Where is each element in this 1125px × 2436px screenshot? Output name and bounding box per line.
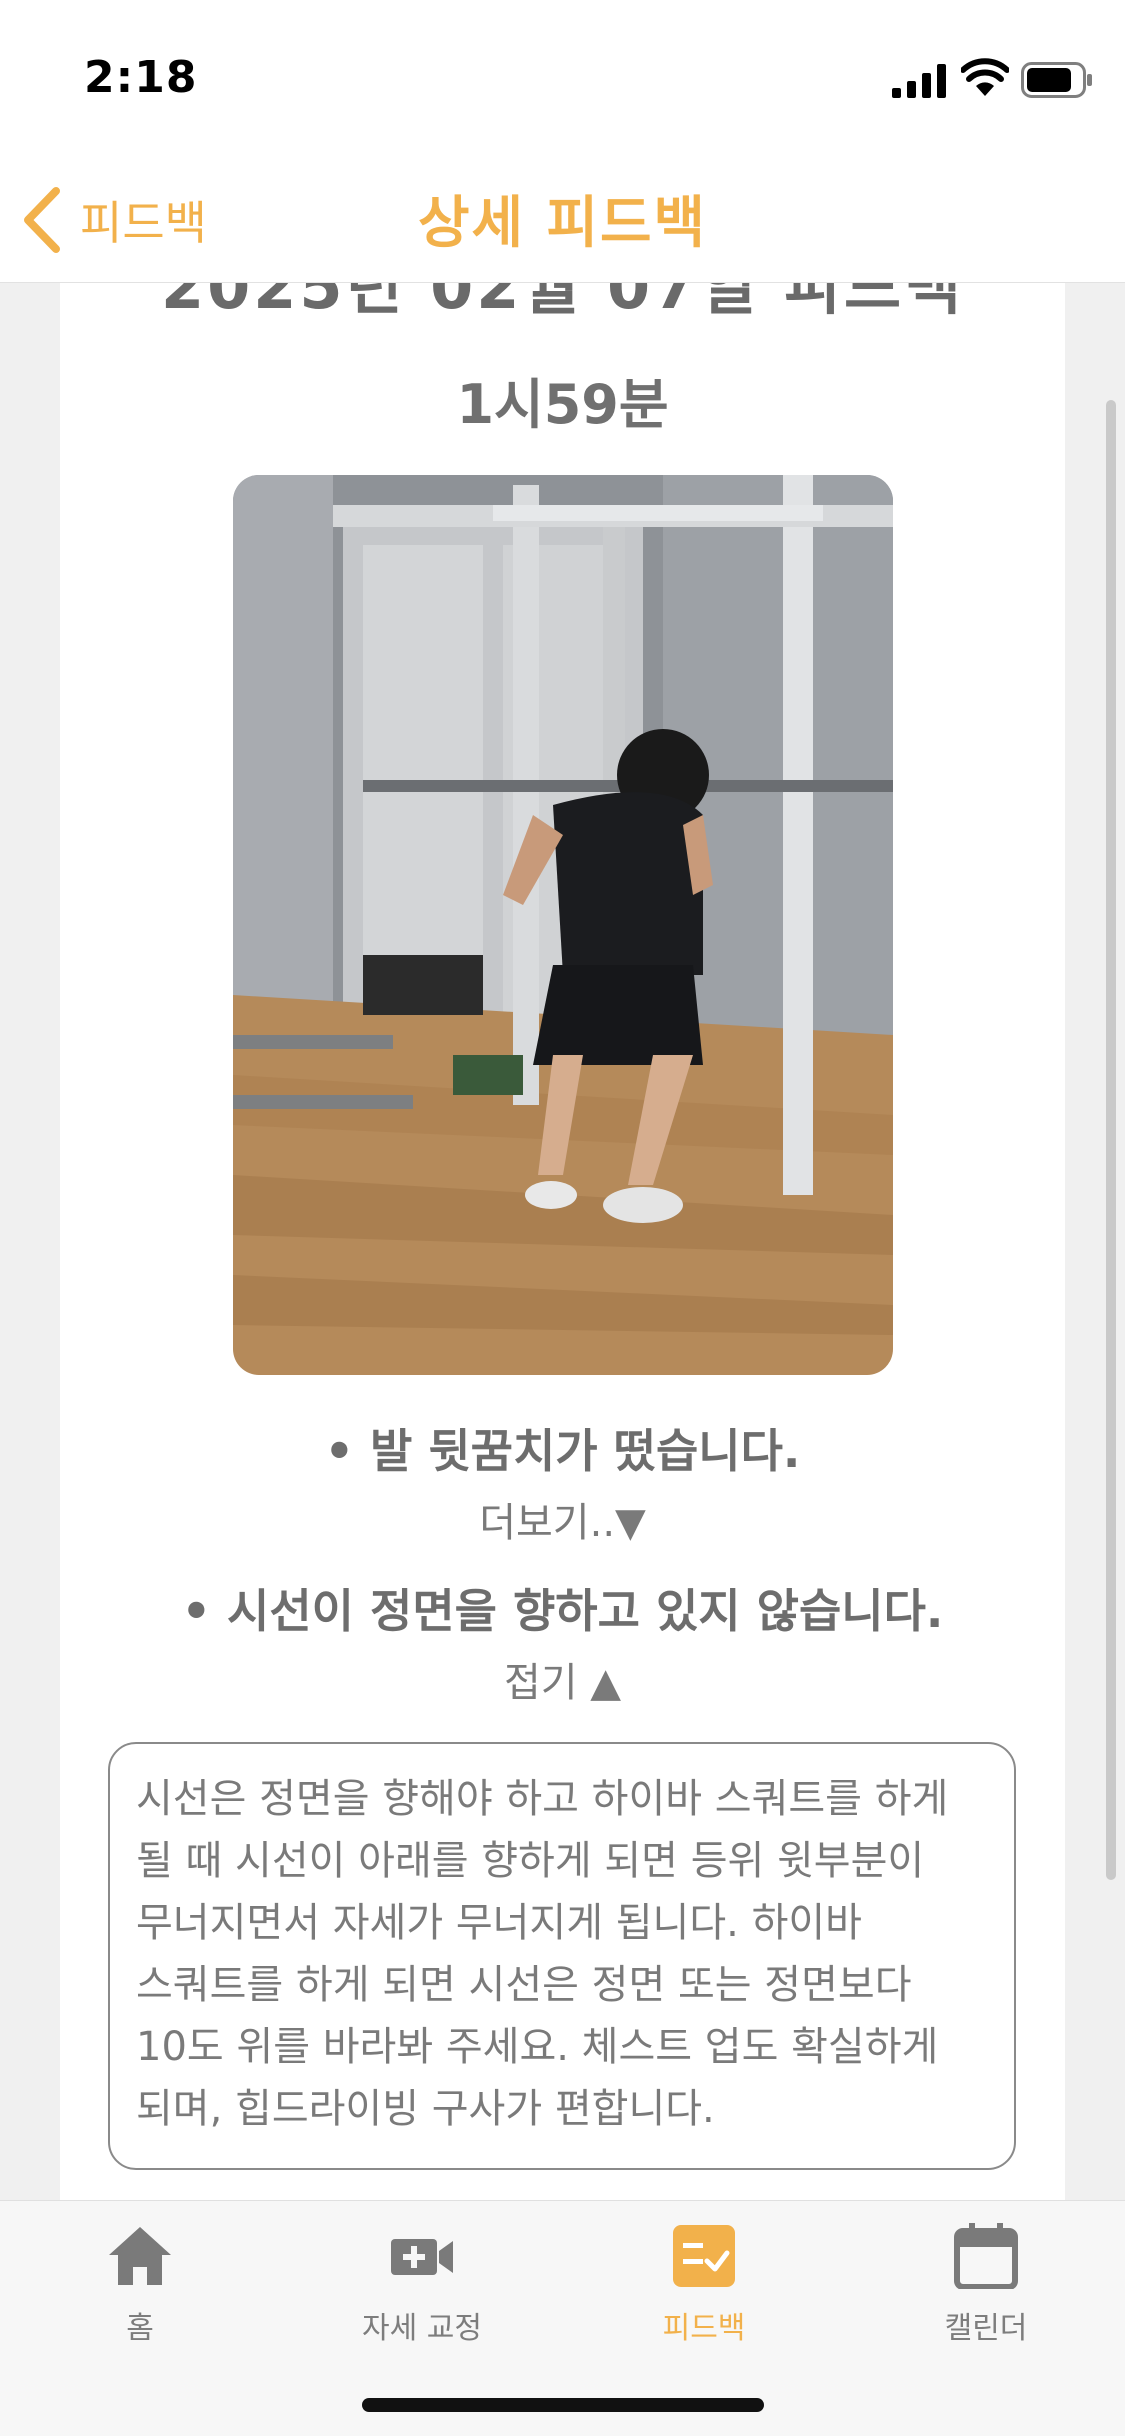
home-icon [109, 2227, 171, 2285]
status-time: 2:18 [84, 52, 198, 103]
scrollbar[interactable] [1106, 400, 1116, 1880]
video-add-icon [391, 2239, 453, 2275]
page-title: 상세 피드백 [417, 191, 708, 256]
session-duration: 1시59분 [456, 373, 669, 436]
collapse-toggle[interactable]: 접기 ▲ [60, 1650, 1065, 1708]
feedback-checklist-icon [673, 2225, 735, 2287]
wifi-icon [961, 58, 1009, 96]
calendar-icon [954, 2223, 1018, 2289]
tab-home-label: 홈 [126, 2311, 154, 2346]
tab-home[interactable]: 홈 [40, 2223, 240, 2363]
tab-posture-correction-label: 자세 교정 [362, 2311, 482, 2346]
status-bar: 2:18 [0, 0, 1125, 160]
tab-calendar[interactable]: 캘린더 [886, 2223, 1086, 2363]
screen: 2:18 피드백 상세 피드백 2025년 02월 07일 피드백 1시59분 … [0, 0, 1125, 2436]
feedback-item-heading: • 발 뒷꿈치가 떴습니다. [324, 1424, 801, 1478]
cellular-signal-icon [892, 64, 946, 98]
navigation-bar: 피드백 상세 피드백 [0, 160, 1125, 283]
feedback-detail-card: 2025년 02월 07일 피드백 1시59분 • 발 뒷꿈치가 떴습니다. 더… [60, 200, 1065, 2220]
exercise-video-thumbnail[interactable] [233, 475, 893, 1375]
battery-icon [1021, 62, 1092, 98]
feedback-detail-box: 시선은 정면을 향해야 하고 하이바 스쿼트를 하게 될 때 시선이 아래를 향… [108, 1742, 1016, 2170]
tab-posture-correction[interactable]: 자세 교정 [322, 2223, 522, 2363]
squat-photo-illustration [233, 475, 893, 1375]
feedback-detail-text: 시선은 정면을 향해야 하고 하이바 스쿼트를 하게 될 때 시선이 아래를 향… [136, 1776, 949, 2132]
expand-toggle[interactable]: 더보기..▼ [60, 1490, 1065, 1548]
tab-calendar-label: 캘린더 [944, 2311, 1028, 2346]
home-indicator[interactable] [362, 2398, 764, 2412]
tab-feedback[interactable]: 피드백 [604, 2223, 804, 2363]
tab-feedback-label: 피드백 [662, 2311, 746, 2346]
feedback-item-heading: • 시선이 정면을 향하고 있지 않습니다. [181, 1584, 944, 1638]
